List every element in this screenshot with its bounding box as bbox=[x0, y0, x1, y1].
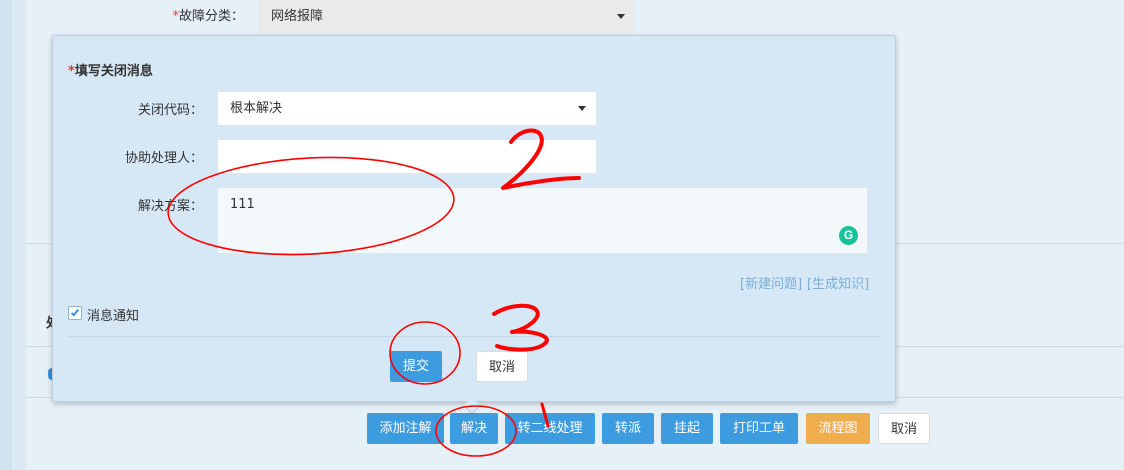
left-edge-strip bbox=[0, 0, 12, 470]
fault-category-label-text: 故障分类： bbox=[178, 9, 244, 24]
notify-label: 消息通知 bbox=[87, 309, 140, 324]
fault-category-select[interactable]: 网络报障 bbox=[259, 0, 635, 33]
close-code-select[interactable]: 根本解决 bbox=[217, 91, 597, 126]
close-message-popover: *填写关闭消息 关闭代码： 根本解决 协助处理人： 解决方案： 111 G [新建… bbox=[52, 35, 896, 402]
fault-category-value: 网络报障 bbox=[271, 9, 324, 24]
popover-title: *填写关闭消息 bbox=[68, 60, 153, 79]
generate-knowledge-link[interactable]: [生成知识] bbox=[807, 273, 869, 292]
chevron-down-icon bbox=[578, 106, 586, 111]
chevron-down-icon bbox=[617, 14, 625, 19]
flowchart-button[interactable]: 流程图 bbox=[806, 413, 870, 444]
toolbar-cancel-button[interactable]: 取消 bbox=[878, 413, 930, 444]
suspend-button[interactable]: 挂起 bbox=[661, 413, 713, 444]
checkbox-checked-icon[interactable] bbox=[68, 306, 82, 320]
assistant-label: 协助处理人： bbox=[124, 151, 203, 166]
resolve-button[interactable]: 解决 bbox=[450, 413, 498, 444]
transfer-button[interactable]: 转派 bbox=[602, 413, 654, 444]
print-order-button[interactable]: 打印工单 bbox=[720, 413, 798, 444]
solution-value: 111 bbox=[230, 197, 255, 212]
required-mark: * bbox=[68, 64, 75, 79]
assistant-input[interactable] bbox=[217, 139, 597, 174]
solution-textarea[interactable]: 111 G bbox=[217, 187, 868, 254]
popover-cancel-button[interactable]: 取消 bbox=[476, 351, 528, 382]
add-note-button[interactable]: 添加注解 bbox=[367, 413, 444, 444]
submit-button[interactable]: 提交 bbox=[390, 351, 442, 382]
new-problem-link[interactable]: [新建问题] bbox=[740, 273, 802, 292]
popover-divider bbox=[68, 336, 880, 337]
solution-label: 解决方案： bbox=[137, 199, 203, 214]
close-code-label: 关闭代码： bbox=[137, 103, 203, 118]
popover-title-text: 填写关闭消息 bbox=[74, 64, 153, 79]
to-second-line-button[interactable]: 转二线处理 bbox=[505, 413, 595, 444]
grammarly-icon[interactable]: G bbox=[839, 226, 858, 245]
fault-category-label: *故障分类： bbox=[160, 8, 244, 26]
close-code-value: 根本解决 bbox=[230, 101, 283, 116]
